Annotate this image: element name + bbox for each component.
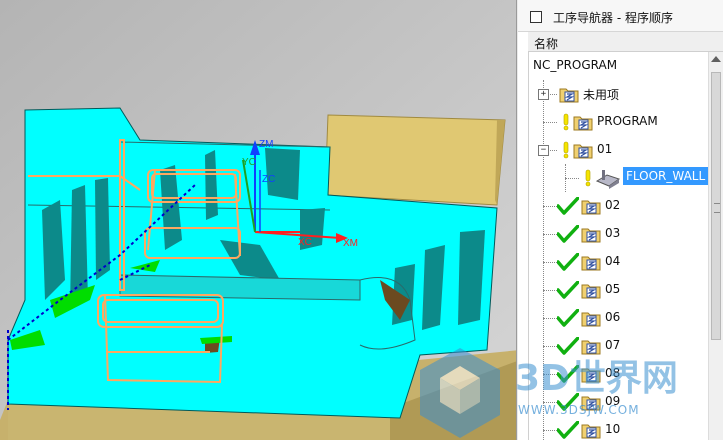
tree-row-02[interactable]: 02: [529, 192, 709, 220]
tree-row-label: 未用项: [583, 88, 620, 102]
status-complete-icon: [556, 420, 580, 440]
program-folder-icon: [573, 113, 593, 135]
tree-branch-line: [543, 430, 557, 431]
tree-branch-line: [543, 122, 557, 123]
status-complete-icon: [556, 196, 580, 219]
program-folder-icon: [573, 141, 593, 163]
tree-row-03[interactable]: 03: [529, 220, 709, 248]
scroll-grip-icon: [714, 203, 720, 213]
status-regenerate-icon: [561, 141, 571, 163]
tree-branch-line: [543, 290, 557, 291]
tree-branch-line: [543, 318, 557, 319]
tree-row-10[interactable]: 10: [529, 416, 709, 440]
program-folder-icon: [581, 337, 601, 359]
tree-row-09[interactable]: 09: [529, 388, 709, 416]
tree-row-program[interactable]: PROGRAM: [529, 108, 709, 136]
yc-axis-label: YC: [242, 157, 256, 168]
status-complete-icon: [556, 364, 580, 387]
operation-navigator: 工序导航器 - 程序顺序 名称 NC_PROGRAM + 未用项 PROGRAM − 0…: [518, 0, 723, 440]
status-complete-icon: [556, 308, 580, 331]
tree-root[interactable]: NC_PROGRAM: [529, 52, 709, 80]
tree-row-01[interactable]: − 01: [529, 136, 709, 164]
program-folder-icon: [581, 421, 601, 440]
tree-branch-line: [543, 234, 557, 235]
navigator-title-bar: 工序导航器 - 程序顺序: [518, 0, 723, 32]
operation-tree: NC_PROGRAM + 未用项 PROGRAM − 01 FLOOR_WALL 02 03 0…: [528, 52, 709, 440]
tree-row-label: PROGRAM: [597, 114, 658, 128]
tree-row-label: 09: [605, 394, 621, 408]
zm-axis-label: ZM: [259, 139, 273, 150]
program-folder-icon: [581, 225, 601, 247]
zc-axis-label: ZC: [262, 174, 275, 185]
program-folder-icon: [581, 253, 601, 275]
tree-row-label: 03: [605, 226, 621, 240]
xm-axis-label: XM: [343, 238, 358, 249]
tree-scrollbar[interactable]: [708, 52, 723, 440]
floor-wall-operation-icon: [595, 169, 621, 193]
status-regenerate-icon: [561, 113, 571, 135]
tree-row-label: 07: [605, 338, 621, 352]
tree-branch-line: [543, 206, 557, 207]
tree-row-label: 05: [605, 282, 621, 296]
program-folder-icon: [581, 393, 601, 415]
tree-branch-line: [543, 262, 557, 263]
tree-row-floor-wall[interactable]: FLOOR_WALL: [529, 164, 709, 192]
status-complete-icon: [556, 280, 580, 303]
tree-row-label: 08: [605, 366, 621, 380]
tree-branch-line: [543, 402, 557, 403]
tree-row-label: 01: [597, 142, 613, 156]
status-regenerate-icon: [583, 169, 593, 191]
tree-branch-line: [565, 178, 579, 179]
tree-row-04[interactable]: 04: [529, 248, 709, 276]
expand-icon[interactable]: +: [538, 89, 549, 100]
tree-row-08[interactable]: 08: [529, 360, 709, 388]
program-folder-icon: [581, 365, 601, 387]
navigator-pin-checkbox[interactable]: [530, 11, 542, 23]
program-folder-icon: [581, 281, 601, 303]
program-folder-icon: [559, 85, 579, 107]
status-complete-icon: [556, 392, 580, 415]
tree-row-[interactable]: + 未用项: [529, 80, 709, 108]
xc-axis-label: XC: [298, 237, 312, 248]
status-complete-icon: [556, 224, 580, 247]
status-complete-icon: [556, 252, 580, 275]
scroll-thumb[interactable]: [711, 72, 721, 340]
tree-row-label: 04: [605, 254, 621, 268]
tree-row-07[interactable]: 07: [529, 332, 709, 360]
scroll-up-arrow-icon[interactable]: [711, 56, 721, 62]
tree-row-05[interactable]: 05: [529, 276, 709, 304]
collapse-icon[interactable]: −: [538, 145, 549, 156]
tree-row-label: 02: [605, 198, 621, 212]
column-header-label: 名称: [534, 37, 559, 51]
tree-row-label: 06: [605, 310, 621, 324]
tree-branch-line: [543, 346, 557, 347]
program-folder-icon: [581, 309, 601, 331]
tree-row-label: 10: [605, 422, 621, 436]
tree-row-label: FLOOR_WALL: [623, 167, 709, 185]
tree-row-06[interactable]: 06: [529, 304, 709, 332]
tree-root-label: NC_PROGRAM: [533, 58, 618, 72]
navigator-title: 工序导航器 - 程序顺序: [553, 11, 673, 25]
graphics-viewport[interactable]: ZM ZC YC XC XM: [0, 0, 516, 440]
tree-branch-line: [543, 374, 557, 375]
status-complete-icon: [556, 336, 580, 359]
program-folder-icon: [581, 197, 601, 219]
column-header-name[interactable]: 名称: [528, 32, 723, 52]
